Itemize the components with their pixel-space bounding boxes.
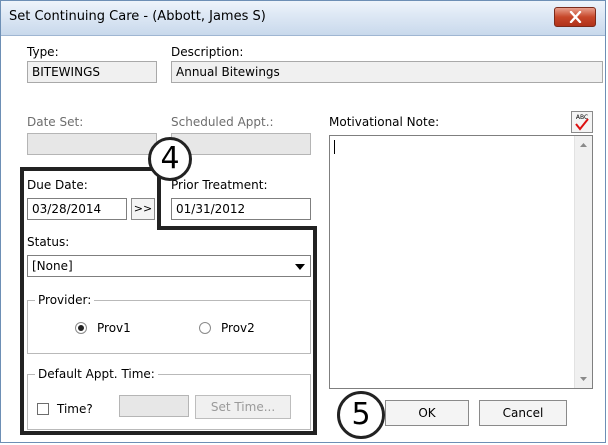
set-time-button[interactable]: Set Time... (195, 395, 291, 419)
due-date-label: Due Date: (27, 178, 88, 192)
window-title: Set Continuing Care - (Abbott, James S) (9, 9, 266, 24)
prov2-radio[interactable] (199, 322, 211, 334)
description-label: Description: (171, 45, 244, 59)
default-appt-time-legend: Default Appt. Time: (35, 367, 158, 381)
chevron-down-icon[interactable] (294, 262, 306, 272)
scroll-down-icon[interactable] (575, 372, 592, 386)
time-field (119, 395, 189, 417)
provider-option-prov2[interactable]: Prov2 (199, 320, 279, 336)
spellcheck-icon: ABC (575, 114, 589, 131)
dialog-window: Set Continuing Care - (Abbott, James S) … (0, 0, 606, 443)
type-label: Type: (27, 45, 59, 59)
date-set-field (27, 133, 157, 155)
time-checkbox-label: Time? (57, 402, 93, 416)
cancel-button[interactable]: Cancel (479, 400, 567, 426)
title-bar[interactable]: Set Continuing Care - (Abbott, James S) (1, 1, 605, 36)
prov2-label: Prov2 (221, 321, 255, 335)
prov1-radio[interactable] (75, 322, 87, 334)
spellcheck-button[interactable]: ABC (571, 111, 593, 133)
due-date-picker-button[interactable]: >> (131, 198, 155, 220)
motivational-note-label: Motivational Note: (329, 115, 440, 129)
time-checkbox[interactable] (37, 403, 49, 415)
step4-callout-badge: 4 (148, 137, 192, 181)
description-field: Annual Bitewings (171, 61, 603, 83)
date-set-label: Date Set: (27, 115, 84, 129)
prov1-label: Prov1 (97, 321, 131, 335)
prior-treatment-field[interactable] (171, 198, 311, 220)
close-button[interactable] (554, 7, 596, 27)
scroll-up-icon[interactable] (575, 138, 592, 152)
status-value: [None] (32, 259, 73, 273)
provider-option-prov1[interactable]: Prov1 (75, 320, 155, 336)
close-icon (569, 11, 582, 23)
due-date-field[interactable] (27, 198, 127, 220)
text-cursor (334, 140, 335, 154)
textarea-scrollbar[interactable] (574, 136, 592, 388)
motivational-note-textarea[interactable] (329, 135, 593, 389)
prior-treatment-label: Prior Treatment: (171, 178, 268, 192)
scheduled-appt-label: Scheduled Appt.: (171, 115, 274, 129)
provider-legend: Provider: (35, 293, 95, 307)
type-field: BITEWINGS (27, 61, 157, 83)
radio-selected-dot (78, 325, 84, 331)
time-checkbox-control[interactable]: Time? (37, 401, 107, 417)
step5-callout-badge: 5 (337, 391, 385, 439)
dialog-content: Type: BITEWINGS Description: Annual Bite… (1, 36, 605, 442)
ok-button[interactable]: OK (385, 400, 469, 426)
status-label: Status: (27, 235, 70, 249)
status-dropdown[interactable]: [None] (27, 255, 311, 277)
scheduled-appt-field (171, 133, 311, 155)
